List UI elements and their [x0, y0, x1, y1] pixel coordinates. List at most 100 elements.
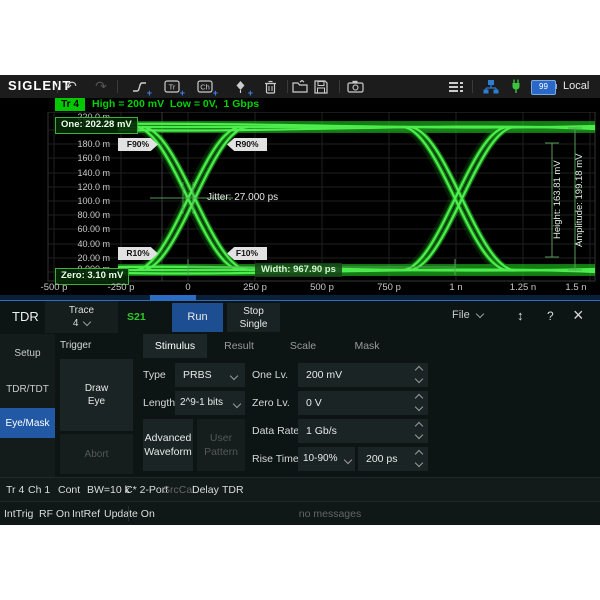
rise-time-range-value: 10-90% — [303, 453, 337, 464]
trace-info: High = 200 mV Low = 0V, 1 Gbps — [92, 98, 259, 111]
zero-level-label: Zero Lv. — [252, 391, 290, 415]
jitter-readout: Jitter: 27.000 ps — [207, 192, 278, 203]
divider — [339, 80, 340, 93]
status-channel: Ch 1 — [28, 478, 50, 502]
help-icon[interactable]: ? — [547, 309, 554, 323]
y-axis-tick: 160.0 m — [10, 153, 110, 163]
power-plug-icon — [507, 78, 525, 95]
x-axis-tick: 1 n — [434, 282, 478, 295]
y-axis-tick: 120.0 m — [10, 182, 110, 192]
status-update: Update On — [104, 502, 155, 526]
abort-button[interactable]: Abort — [60, 434, 133, 474]
file-menu-label: File — [452, 309, 470, 321]
length-dropdown[interactable]: 2^9-1 bits — [175, 391, 245, 415]
width-readout: Width: 967.90 ps — [255, 263, 342, 277]
status-intref: IntRef — [72, 502, 100, 526]
sidebar-item-tdr-tdt[interactable]: TDR/TDT — [0, 374, 55, 404]
add-channel-icon[interactable]: Ch + — [196, 78, 214, 95]
add-marker-icon[interactable]: + — [231, 78, 249, 95]
sidebar-item-eye-mask[interactable]: Eye/Mask — [0, 408, 55, 438]
close-icon[interactable]: × — [573, 305, 584, 326]
advanced-waveform-button[interactable]: Advanced Waveform — [143, 419, 193, 471]
one-level-input[interactable]: 200 mV — [298, 363, 428, 387]
redo-icon[interactable]: ↷ — [92, 78, 110, 95]
rise-time-input[interactable]: 200 ps — [358, 447, 428, 471]
r90-marker-tag: R90% — [227, 138, 267, 151]
tab-result[interactable]: Result — [207, 334, 271, 358]
one-level-stepper[interactable] — [416, 367, 422, 382]
zero-level-stepper[interactable] — [416, 395, 422, 410]
y-axis-tick: 180.0 m — [10, 139, 110, 149]
x-axis-tick: 250 p — [233, 282, 277, 295]
add-trace-icon[interactable]: Tr + — [163, 78, 181, 95]
type-label: Type — [143, 363, 166, 387]
message-area: no messages — [260, 502, 400, 526]
rise-time-stepper[interactable] — [416, 451, 422, 466]
trigger-group-label: Trigger — [60, 334, 91, 358]
trace-badge: Tr 4 — [55, 98, 85, 111]
toolbar: SIGLENT ↶ ↷ + Tr + Ch + + — [0, 75, 600, 99]
data-rate-label: Data Rate — [252, 419, 299, 443]
svg-text:Tr: Tr — [169, 83, 176, 92]
one-level-value: 200 mV — [306, 369, 342, 381]
oscilloscope-screen: SIGLENT ↶ ↷ + Tr + Ch + + — [0, 75, 600, 525]
menu-list-icon[interactable] — [447, 78, 465, 95]
tab-scale[interactable]: Scale — [271, 334, 335, 358]
status-inttrig: IntTrig — [4, 502, 33, 526]
screenshot: SIGLENT ↶ ↷ + Tr + Ch + + — [0, 0, 600, 600]
status-trace: Tr 4 — [6, 478, 24, 502]
panel-title: TDR — [12, 309, 39, 324]
open-file-icon[interactable] — [291, 78, 309, 95]
network-icon — [482, 78, 500, 95]
data-rate-stepper[interactable] — [416, 423, 422, 438]
user-pattern-button[interactable]: User Pattern — [197, 419, 245, 471]
divider — [472, 80, 473, 93]
x-axis-tick: 750 p — [367, 282, 411, 295]
y-axis-tick: 40.00 m — [10, 239, 110, 249]
expand-collapse-icon[interactable]: ↕ — [517, 308, 524, 323]
zero-level-value: 0 V — [306, 397, 322, 409]
one-level-readout: One: 202.28 mV — [55, 117, 138, 134]
divider — [117, 80, 118, 93]
status-bandwidth: BW=10 k — [87, 478, 130, 502]
status-delay: Delay — [192, 478, 219, 502]
local-button[interactable]: Local — [563, 80, 589, 92]
x-axis-tick: 0 — [166, 282, 210, 295]
sparam-label[interactable]: S21 — [127, 311, 146, 323]
save-icon[interactable] — [312, 78, 330, 95]
data-rate-input[interactable]: 1 Gb/s — [298, 419, 428, 443]
status-bar-measurement: Tr 4 Ch 1 Cont BW=10 k C* 2-Port SrcCal … — [0, 477, 600, 502]
x-axis-tick: -500 p — [32, 282, 76, 295]
run-button[interactable]: Run — [172, 303, 223, 332]
y-axis-tick: 20.00 m — [10, 253, 110, 263]
stop-single-button[interactable]: Stop Single — [227, 303, 280, 332]
one-level-label: One Lv. — [252, 363, 288, 387]
trace-select-dropdown[interactable]: Trace 4 — [45, 301, 118, 333]
screenshot-icon[interactable] — [346, 78, 364, 95]
x-axis-tick: -250 p — [99, 282, 143, 295]
file-menu[interactable]: File — [452, 309, 483, 321]
undo-icon[interactable]: ↶ — [62, 78, 80, 95]
status-bar-system: IntTrig RF On IntRef Update On no messag… — [0, 501, 600, 525]
amplitude-readout: Amplitude: 199.18 mV — [574, 125, 585, 275]
sidebar-item-setup[interactable]: Setup — [0, 338, 55, 368]
draw-eye-button[interactable]: Draw Eye — [60, 359, 133, 431]
type-dropdown[interactable]: PRBS — [175, 363, 245, 387]
type-value: PRBS — [183, 369, 212, 381]
zero-level-input[interactable]: 0 V — [298, 391, 428, 415]
eye-diagram-plot: 220.0 m 200.0 m 180.0 m 160.0 m 140.0 m … — [0, 112, 600, 296]
y-axis-tick: 60.00 m — [10, 224, 110, 234]
rise-time-value: 200 ps — [366, 453, 398, 465]
add-step-icon[interactable]: + — [130, 78, 148, 95]
chevron-down-icon — [476, 309, 484, 317]
trace-select-label: Trace 4 — [69, 305, 94, 329]
status-srccal: SrcCal — [163, 478, 195, 502]
chevron-down-icon — [344, 456, 352, 464]
rise-time-range-dropdown[interactable]: 10-90% — [298, 447, 355, 471]
delete-icon[interactable] — [261, 78, 279, 95]
chevron-down-icon — [83, 318, 91, 326]
rise-time-label: Rise Time — [252, 447, 299, 471]
tab-stimulus[interactable]: Stimulus — [143, 334, 207, 358]
tdr-panel: TDR Trace 4 S21 Run Stop Single File ↕ ?… — [0, 300, 600, 478]
tab-mask[interactable]: Mask — [335, 334, 399, 358]
